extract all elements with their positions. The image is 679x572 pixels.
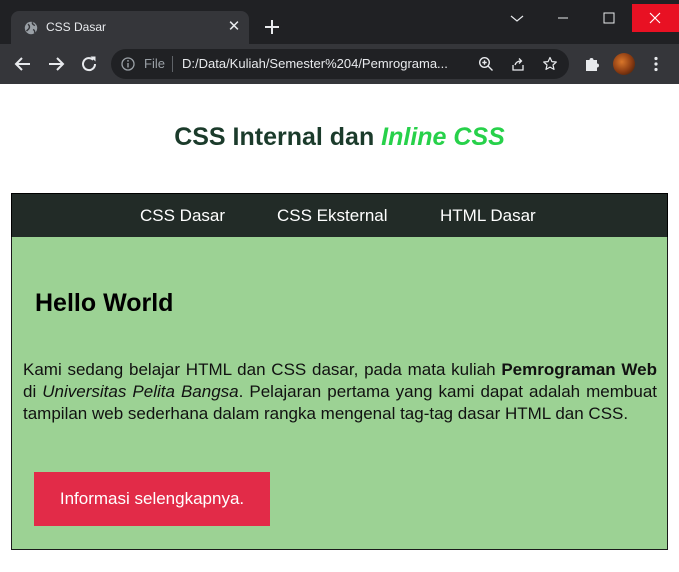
content-section: Hello World Kami sedang belajar HTML dan… — [11, 237, 668, 550]
puzzle-icon[interactable] — [583, 55, 601, 73]
address-bar[interactable]: File D:/Data/Kuliah/Semester%204/Pemrogr… — [111, 49, 569, 79]
content-heading: Hello World — [35, 289, 174, 317]
paragraph-text-1: Kami sedang belajar HTML dan CSS dasar, … — [23, 360, 502, 379]
info-icon[interactable] — [121, 57, 135, 71]
star-icon[interactable] — [542, 56, 558, 72]
tab-search-chevron-icon[interactable] — [494, 4, 540, 32]
window-close-icon[interactable] — [632, 4, 679, 32]
minimize-icon[interactable] — [540, 4, 586, 32]
browser-toolbar: File D:/Data/Kuliah/Semester%204/Pemrogr… — [0, 44, 679, 84]
page-title-emphasis: Inline CSS — [381, 123, 505, 151]
tab-title: CSS Dasar — [46, 20, 107, 34]
zoom-icon[interactable] — [478, 56, 494, 72]
globe-icon — [24, 21, 38, 35]
reload-icon[interactable] — [77, 52, 101, 76]
plus-icon[interactable] — [262, 17, 282, 37]
nav-link-css-dasar[interactable]: CSS Dasar — [140, 206, 225, 226]
nav-link-css-eksternal[interactable]: CSS Eksternal — [277, 206, 388, 226]
more-info-button[interactable]: Informasi selengkapnya. — [34, 472, 270, 526]
url-separator — [172, 56, 173, 72]
url-scheme-label: File — [144, 56, 165, 71]
paragraph-bold: Pemrograman Web — [501, 360, 657, 379]
page-title-main: CSS Internal dan — [174, 123, 382, 151]
arrow-left-icon[interactable] — [11, 52, 35, 76]
paragraph-text-2: di — [23, 382, 43, 401]
share-icon[interactable] — [510, 56, 526, 72]
maximize-icon[interactable] — [586, 4, 632, 32]
kebab-menu-icon[interactable] — [647, 55, 665, 73]
arrow-right-icon[interactable] — [44, 52, 68, 76]
page-title: CSS Internal dan Inline CSS — [0, 123, 679, 152]
browser-tabstrip: CSS Dasar ✕ — [0, 0, 679, 44]
close-icon[interactable]: ✕ — [225, 18, 243, 36]
content-paragraph: Kami sedang belajar HTML dan CSS dasar, … — [23, 359, 657, 425]
navbar: CSS Dasar CSS Eksternal HTML Dasar — [11, 193, 668, 238]
paragraph-italic: Universitas Pelita Bangsa — [42, 382, 239, 401]
profile-avatar[interactable] — [613, 53, 635, 75]
browser-tab[interactable]: CSS Dasar ✕ — [11, 11, 249, 44]
nav-link-html-dasar[interactable]: HTML Dasar — [440, 206, 536, 226]
web-page: CSS Internal dan Inline CSS CSS Dasar CS… — [0, 84, 679, 572]
url-text[interactable]: D:/Data/Kuliah/Semester%204/Pemrograma..… — [182, 56, 472, 71]
